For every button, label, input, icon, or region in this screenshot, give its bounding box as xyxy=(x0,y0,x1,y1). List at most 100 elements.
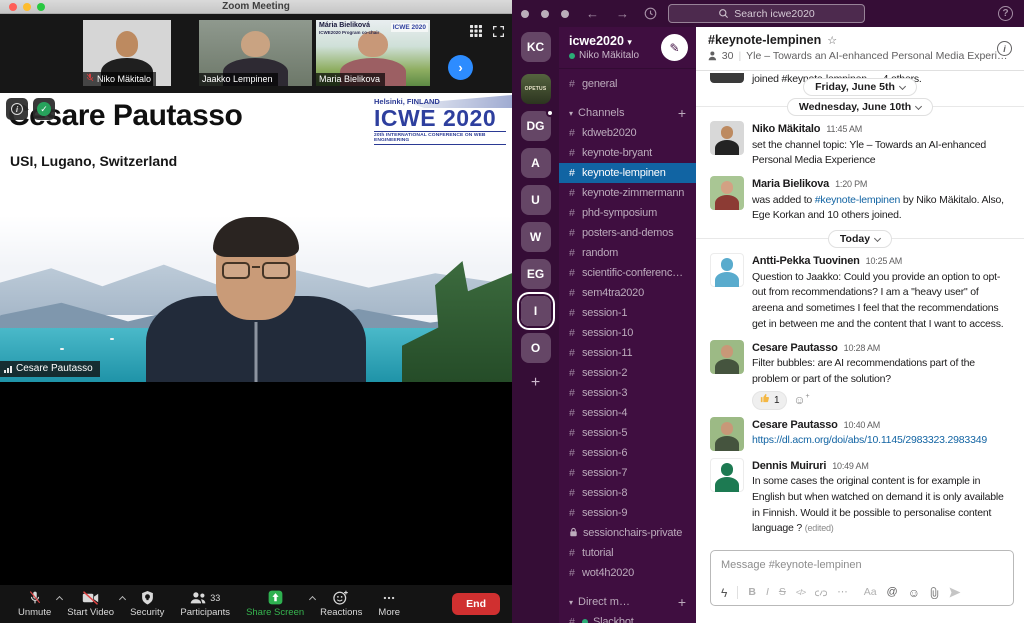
sidebar-item-session-7[interactable]: #session-7 xyxy=(559,463,696,483)
history-forward-button[interactable]: → xyxy=(616,7,629,20)
end-meeting-button[interactable]: End xyxy=(452,593,500,615)
start-video-button[interactable]: Start Video xyxy=(59,590,122,618)
sidebar-item-posters-and-demos[interactable]: #posters-and-demos xyxy=(559,223,696,243)
workspace-switcher-o[interactable]: O xyxy=(521,333,551,363)
channel-link[interactable]: #keynote-lempinen xyxy=(815,194,900,206)
author-name[interactable]: Maria Bielikova xyxy=(752,176,829,193)
history-clock-icon[interactable] xyxy=(644,7,657,20)
add-channel-icon[interactable]: + xyxy=(678,105,686,121)
workspace-switcher-a[interactable]: A xyxy=(521,148,551,178)
minimize-window-button[interactable] xyxy=(541,10,549,18)
more-formatting-icon[interactable]: ⋯ xyxy=(837,587,848,598)
sidebar-item-random[interactable]: #random xyxy=(559,243,696,263)
member-count[interactable]: 30 xyxy=(722,50,734,62)
workspace-switcher-opetus[interactable]: OPETUS xyxy=(521,74,551,104)
sidebar-item-keynote-bryant[interactable]: #keynote-bryant xyxy=(559,143,696,163)
gallery-view-icon[interactable] xyxy=(470,24,482,42)
participants-button[interactable]: 33Participants xyxy=(172,590,238,618)
workspace-switcher-kc[interactable]: KC xyxy=(521,32,551,62)
sidebar-item-sem4tra2020[interactable]: #sem4tra2020 xyxy=(559,283,696,303)
star-icon[interactable]: ☆ xyxy=(827,34,837,47)
avatar[interactable] xyxy=(710,340,744,374)
shortcuts-icon[interactable]: ϟ xyxy=(721,587,727,599)
video-thumbnail-niko-m-kitalo[interactable]: Niko Mäkitalo xyxy=(83,20,171,86)
reactions-button[interactable]: Reactions xyxy=(312,590,370,618)
sidebar-item-general[interactable]: #general xyxy=(559,74,696,94)
current-user[interactable]: Niko Mäkitalo xyxy=(569,50,639,61)
workspace-switcher-i[interactable]: I xyxy=(521,296,551,326)
sidebar-item-session-9[interactable]: #session-9 xyxy=(559,503,696,523)
date-divider-pill[interactable]: Today xyxy=(828,230,892,248)
date-divider-pill[interactable]: Friday, June 5th xyxy=(803,78,917,96)
sidebar-item-scientific-conferenc-[interactable]: #scientific-conferenc… xyxy=(559,263,696,283)
date-divider-pill[interactable]: Wednesday, June 10th xyxy=(787,98,933,116)
next-participants-button[interactable]: › xyxy=(448,55,473,80)
minimize-window-button[interactable] xyxy=(23,3,31,11)
close-window-button[interactable] xyxy=(521,10,529,18)
bold-icon[interactable]: B xyxy=(748,587,756,598)
sidebar-item-session-8[interactable]: #session-8 xyxy=(559,483,696,503)
video-thumbnail-maria-bielikova[interactable]: Mária BielikováICWE2020 Program co-chair… xyxy=(316,20,430,86)
attach-file-icon[interactable] xyxy=(930,587,939,599)
chevron-down-icon[interactable]: ▾ xyxy=(569,598,573,607)
meeting-info-icon[interactable]: i xyxy=(6,98,28,120)
workspace-switcher-eg[interactable]: EG xyxy=(521,259,551,289)
workspace-switcher-w[interactable]: W xyxy=(521,222,551,252)
sidebar-item-session-2[interactable]: #session-2 xyxy=(559,363,696,383)
sidebar-item-tutorial[interactable]: #tutorial xyxy=(559,543,696,563)
sidebar-item-keynote-zimmermann[interactable]: #keynote-zimmermann xyxy=(559,183,696,203)
chevron-down-icon[interactable]: ▾ xyxy=(569,109,573,118)
section-header-direct-m-[interactable]: ▾Direct m…+ xyxy=(559,592,696,612)
active-speaker-video[interactable]: Cesare Pautasso USI, Lugano, Switzerland… xyxy=(0,93,512,382)
sidebar-item-slackbot[interactable]: #Slackbot xyxy=(559,612,696,623)
share-screen-button[interactable]: Share Screen xyxy=(238,590,312,618)
help-icon[interactable]: ? xyxy=(998,6,1013,21)
more-button[interactable]: More xyxy=(370,590,408,618)
avatar[interactable] xyxy=(710,417,744,451)
sidebar-item-session-6[interactable]: #session-6 xyxy=(559,443,696,463)
add-channel-icon[interactable]: + xyxy=(678,594,686,610)
italic-icon[interactable]: I xyxy=(766,587,769,598)
sidebar-item-kdweb2020[interactable]: #kdweb2020 xyxy=(559,123,696,143)
add-workspace-button[interactable]: + xyxy=(531,374,540,392)
sidebar-item-session-4[interactable]: #session-4 xyxy=(559,403,696,423)
reaction-pill[interactable]: 1 xyxy=(752,391,787,410)
sidebar-item-sessionchairs-private[interactable]: sessionchairs-private xyxy=(559,523,696,543)
maximize-window-button[interactable] xyxy=(37,3,45,11)
encryption-shield-icon[interactable]: ✓ xyxy=(33,98,55,120)
section-header-channels[interactable]: ▾Channels+ xyxy=(559,103,696,123)
fullscreen-icon[interactable] xyxy=(493,24,504,42)
author-name[interactable]: Niko Mäkitalo xyxy=(752,121,820,138)
avatar[interactable] xyxy=(710,176,744,210)
compose-button[interactable]: ✎ xyxy=(661,34,688,61)
sidebar-item-session-1[interactable]: #session-1 xyxy=(559,303,696,323)
avatar[interactable] xyxy=(710,458,744,492)
history-back-button[interactable]: ← xyxy=(586,7,599,20)
zoom-titlebar[interactable]: Zoom Meeting xyxy=(0,0,512,14)
sidebar-item-session-5[interactable]: #session-5 xyxy=(559,423,696,443)
author-name[interactable]: Cesare Pautasso xyxy=(752,340,838,357)
add-reaction-icon[interactable]: ☺+ xyxy=(793,394,805,406)
sidebar-item-keynote-lempinen[interactable]: #keynote-lempinen xyxy=(559,163,696,183)
message-history[interactable]: joined #keynote-lempinen … 4 others.Frid… xyxy=(696,71,1024,548)
strikethrough-icon[interactable]: S xyxy=(779,587,786,598)
author-name[interactable]: Cesare Pautasso xyxy=(752,417,838,434)
workspace-menu[interactable]: icwe2020 ▾ xyxy=(569,34,639,48)
workspace-switcher-u[interactable]: U xyxy=(521,185,551,215)
maximize-window-button[interactable] xyxy=(561,10,569,18)
close-window-button[interactable] xyxy=(9,3,17,11)
message-composer[interactable]: Message #keynote-lempinen ϟBIS</>⋯Aa@☺ xyxy=(710,550,1014,606)
message-link[interactable]: https://dl.acm.org/doi/abs/10.1145/29833… xyxy=(752,434,987,446)
sidebar-item-session-10[interactable]: #session-10 xyxy=(559,323,696,343)
send-icon[interactable] xyxy=(949,587,961,598)
sidebar-item-session-3[interactable]: #session-3 xyxy=(559,383,696,403)
channel-topic[interactable]: Yle – Towards an AI-enhanced Personal Me… xyxy=(746,50,1012,62)
emoji-icon[interactable]: ☺ xyxy=(908,587,920,599)
avatar[interactable] xyxy=(710,253,744,287)
mention-icon[interactable]: @ xyxy=(887,587,898,598)
video-thumbnail-jaakko-lempinen[interactable]: Jaakko Lempinen xyxy=(199,20,312,86)
composer-placeholder[interactable]: Message #keynote-lempinen xyxy=(721,559,1003,571)
text-format-icon[interactable]: Aa xyxy=(864,587,877,598)
sidebar-item-wot4h2020[interactable]: #wot4h2020 xyxy=(559,563,696,583)
sidebar-item-session-11[interactable]: #session-11 xyxy=(559,343,696,363)
